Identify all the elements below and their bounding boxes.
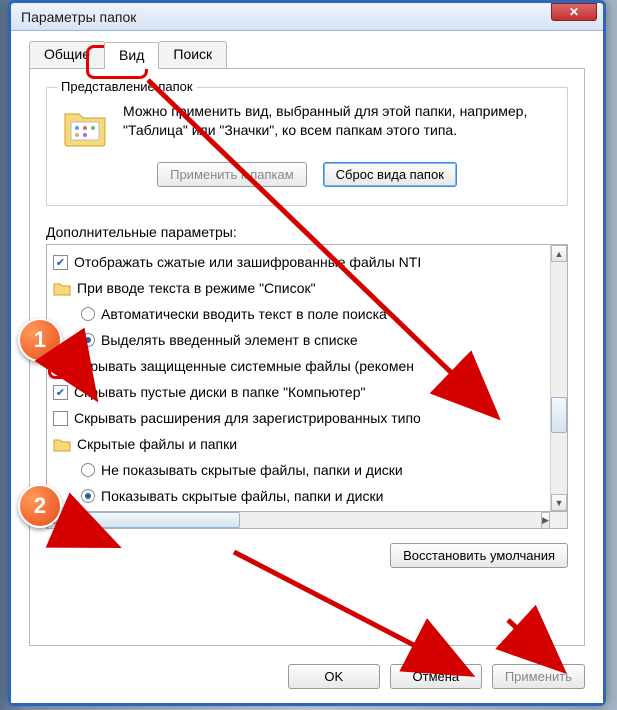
folder-icon	[53, 280, 71, 296]
cancel-button[interactable]: Отмена	[390, 664, 482, 689]
opt-label: Показывать скрытые файлы, папки и диски	[101, 488, 383, 504]
opt-label: Скрывать защищенные системные файлы (рек…	[74, 358, 414, 374]
opt-label: Выделять введенный элемент в списке	[101, 332, 358, 348]
horizontal-scrollbar[interactable]: ◀ ▶	[46, 512, 568, 529]
tab-view[interactable]: Вид	[104, 42, 159, 69]
radio-icon[interactable]	[81, 463, 95, 477]
opt-auto-type-search[interactable]: Автоматически вводить текст в поле поиск…	[53, 301, 550, 327]
tree-viewport[interactable]: Отображать сжатые или зашифрованные файл…	[47, 245, 550, 511]
scroll-track[interactable]	[551, 262, 567, 494]
radio-icon[interactable]	[81, 307, 95, 321]
tabs: Общие Вид Поиск	[29, 41, 585, 69]
checkbox-icon[interactable]	[53, 385, 68, 400]
checkbox-icon[interactable]	[53, 255, 68, 270]
radio-icon[interactable]	[81, 333, 95, 347]
opt-show-hidden[interactable]: Показывать скрытые файлы, папки и диски	[53, 483, 550, 509]
ok-button[interactable]: OK	[288, 664, 380, 689]
scroll-track[interactable]	[56, 512, 541, 528]
advanced-settings-tree: Отображать сжатые или зашифрованные файл…	[46, 244, 568, 512]
scroll-thumb[interactable]	[56, 512, 240, 528]
folder-options-dialog: Параметры папок ✕ Общие Вид Поиск Предст…	[8, 0, 606, 706]
tab-search[interactable]: Поиск	[158, 41, 227, 68]
scroll-thumb[interactable]	[551, 397, 567, 433]
opt-label: Не показывать скрытые файлы, папки и дис…	[101, 462, 403, 478]
vertical-scrollbar[interactable]: ▲ ▼	[550, 245, 567, 511]
opt-hide-protected-os-files[interactable]: Скрывать защищенные системные файлы (рек…	[53, 353, 550, 379]
folder-icon	[53, 436, 71, 452]
advanced-settings-label: Дополнительные параметры:	[46, 224, 568, 240]
opt-label: Скрытые файлы и папки	[77, 436, 237, 452]
reset-folders-button[interactable]: Сброс вида папок	[323, 162, 457, 187]
opt-group-hidden-files: Скрытые файлы и папки	[53, 431, 550, 457]
close-icon: ✕	[569, 5, 579, 19]
opt-label: Скрывать пустые диски в папке "Компьютер…	[74, 384, 365, 400]
checkbox-icon[interactable]	[53, 411, 68, 426]
tab-general[interactable]: Общие	[29, 41, 105, 68]
opt-dont-show-hidden[interactable]: Не показывать скрытые файлы, папки и дис…	[53, 457, 550, 483]
scroll-right-icon[interactable]: ▶	[541, 512, 550, 529]
tab-panel-view: Представление папок Можно применить вид,…	[29, 69, 585, 646]
checkbox-icon[interactable]	[53, 359, 68, 374]
opt-label: Автоматически вводить текст в поле поиск…	[101, 306, 387, 322]
radio-icon[interactable]	[81, 489, 95, 503]
opt-group-typed-input: При вводе текста в режиме "Список"	[53, 275, 550, 301]
folder-views-text: Можно применить вид, выбранный для этой …	[123, 102, 553, 140]
window-title: Параметры папок	[21, 9, 551, 25]
scroll-corner	[550, 512, 567, 528]
restore-defaults-button[interactable]: Восстановить умолчания	[390, 543, 568, 568]
folder-views-group: Представление папок Можно применить вид,…	[46, 87, 568, 206]
opt-hide-empty-drives[interactable]: Скрывать пустые диски в папке "Компьютер…	[53, 379, 550, 405]
folder-views-legend: Представление папок	[57, 79, 197, 94]
scroll-up-icon[interactable]: ▲	[551, 245, 567, 262]
dialog-footer: OK Отмена Применить	[29, 664, 585, 689]
annotation-callout-2: 2	[18, 484, 62, 528]
opt-show-encrypted-color[interactable]: Отображать сжатые или зашифрованные файл…	[53, 249, 550, 275]
apply-button[interactable]: Применить	[492, 664, 585, 689]
close-button[interactable]: ✕	[551, 3, 597, 21]
opt-label: Скрывать расширения для зарегистрированн…	[74, 410, 421, 426]
opt-label: При вводе текста в режиме "Список"	[77, 280, 316, 296]
opt-hide-known-extensions[interactable]: Скрывать расширения для зарегистрированн…	[53, 405, 550, 431]
titlebar[interactable]: Параметры папок ✕	[11, 3, 603, 31]
folder-icon	[61, 102, 109, 150]
apply-to-folders-button[interactable]: Применить к папкам	[157, 162, 307, 187]
opt-highlight-typed-item[interactable]: Выделять введенный элемент в списке	[53, 327, 550, 353]
scroll-down-icon[interactable]: ▼	[551, 494, 567, 511]
annotation-callout-1: 1	[18, 318, 62, 362]
opt-label: Отображать сжатые или зашифрованные файл…	[74, 254, 421, 270]
